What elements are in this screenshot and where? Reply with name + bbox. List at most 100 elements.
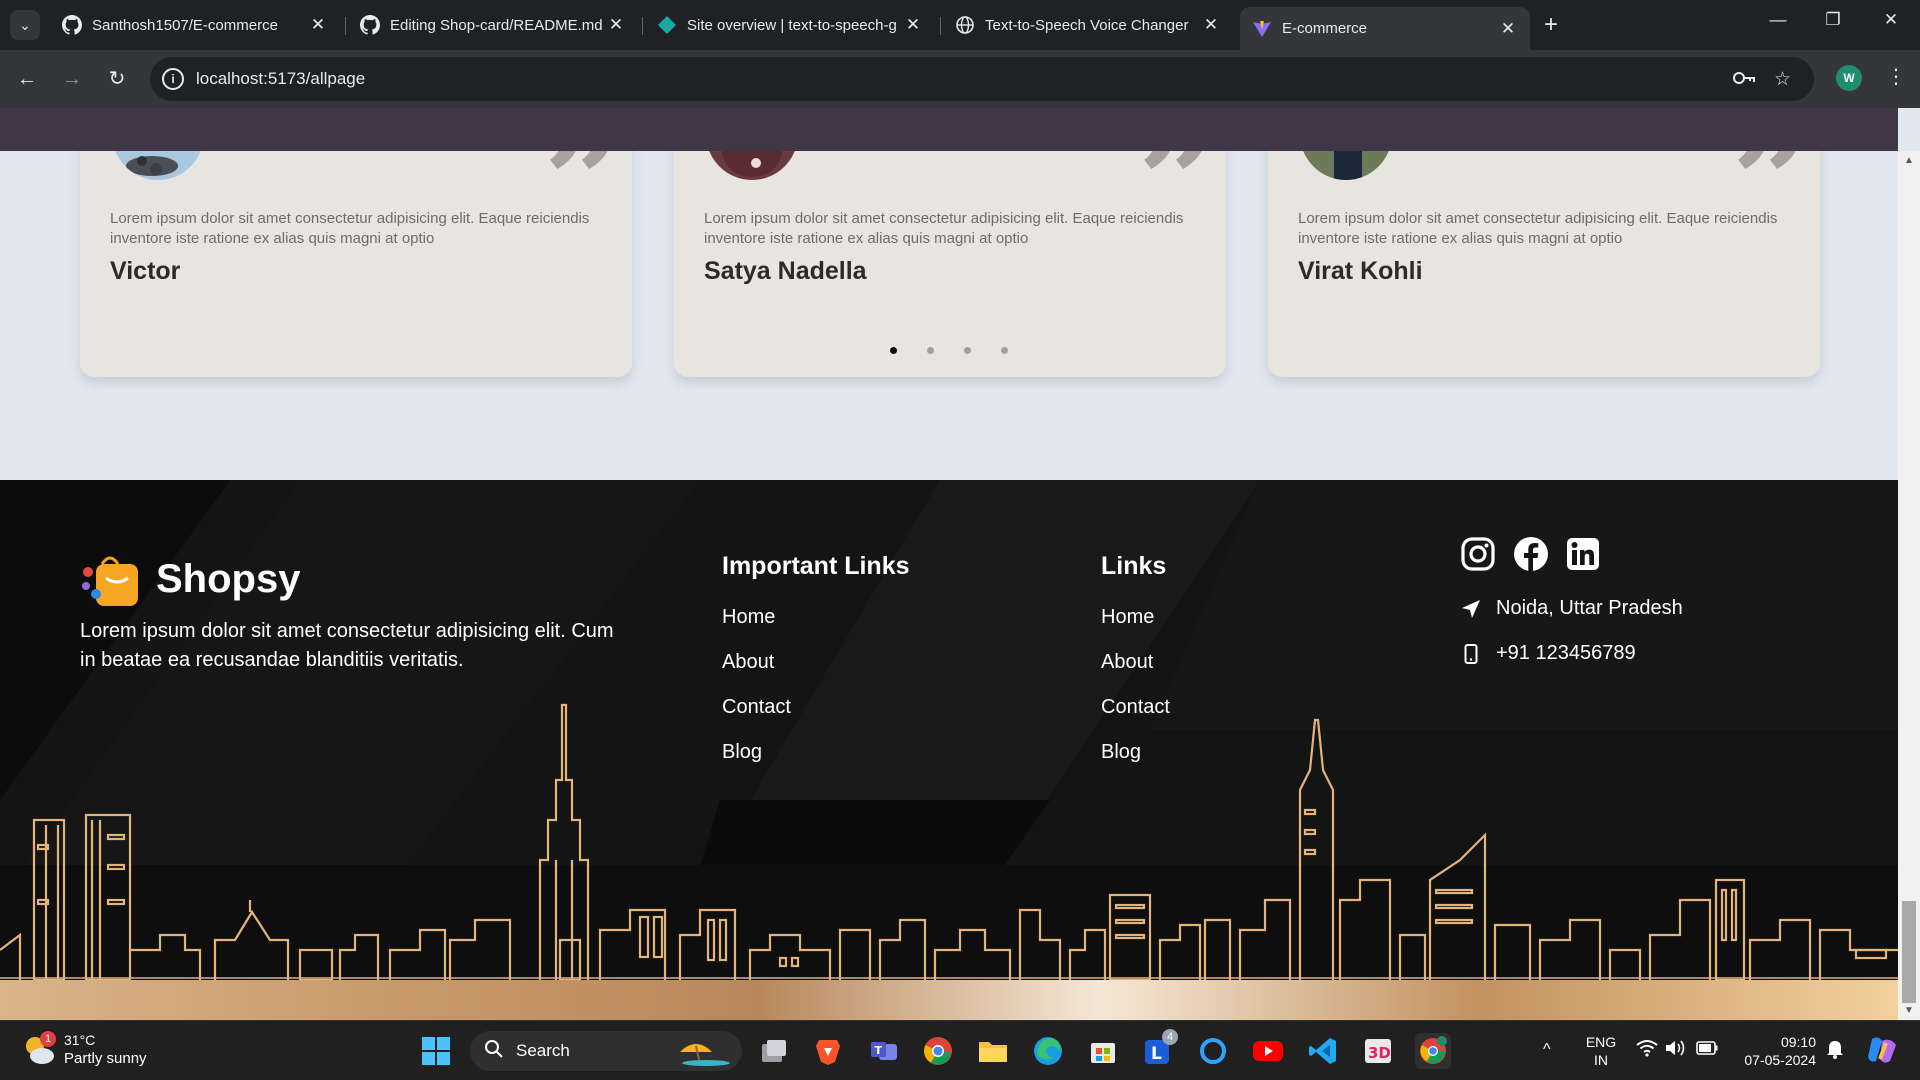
close-icon[interactable]: ✕ [308, 15, 328, 35]
cortana-icon[interactable] [1195, 1033, 1231, 1069]
url-text[interactable]: localhost:5173/allpage [196, 69, 365, 89]
tab-separator [345, 17, 346, 35]
scroll-up-icon[interactable]: ▲ [1904, 155, 1914, 166]
weather-temperature: 31°C [64, 1032, 96, 1048]
tab-title: Site overview | text-to-speech-g [687, 16, 897, 34]
brand-name: Shopsy [156, 556, 301, 601]
restore-icon[interactable]: ❐ [1810, 10, 1856, 30]
tab-ecommerce[interactable]: E-commerce ✕ [1240, 7, 1530, 50]
back-arrow-icon[interactable]: ← [14, 66, 40, 92]
bookmark-star-icon[interactable]: ☆ [1774, 68, 1791, 91]
forward-arrow-icon[interactable]: → [59, 66, 85, 92]
vite-icon [1252, 19, 1272, 39]
close-icon[interactable]: ✕ [1201, 15, 1221, 35]
tab-search-button[interactable]: ⌄ [10, 10, 40, 40]
location-arrow-icon [1460, 599, 1482, 619]
carousel-dot[interactable] [964, 347, 971, 354]
search-label: Search [516, 1041, 570, 1060]
instagram-icon[interactable] [1460, 536, 1496, 572]
scrollbar-thumb[interactable] [1902, 901, 1916, 1003]
footer-link-contact[interactable]: Contact [722, 696, 791, 719]
footer-link-blog[interactable]: Blog [722, 741, 762, 764]
carousel-dot[interactable] [927, 347, 934, 354]
address-bar[interactable]: i localhost:5173/allpage ☆ [150, 57, 1814, 101]
weather-condition: Partly sunny [64, 1050, 147, 1067]
youtube-icon[interactable] [1250, 1033, 1286, 1069]
carousel-dot[interactable] [890, 347, 897, 354]
footer-link-home[interactable]: Home [1101, 606, 1154, 629]
tab-title: Text-to-Speech Voice Changer [985, 16, 1189, 34]
reload-icon[interactable]: ↻ [104, 66, 130, 92]
language-line2: IN [1594, 1052, 1608, 1068]
taskbar-search[interactable]: Search [470, 1031, 742, 1071]
edge-icon[interactable] [1030, 1033, 1066, 1069]
footer-link-home[interactable]: Home [722, 606, 775, 629]
tab-separator [642, 17, 643, 35]
important-links-title: Important Links [722, 552, 910, 580]
microsoft-store-icon[interactable] [1085, 1033, 1121, 1069]
windows-taskbar: 1 31°C Partly sunny Search T L 4 3D ^ EN… [0, 1020, 1920, 1080]
tab-netlify-site[interactable]: Site overview | text-to-speech-g ✕ [645, 8, 935, 42]
testimonial-text: Lorem ipsum dolor sit amet consectetur a… [1298, 210, 1778, 247]
footer-phone: +91 123456789 [1460, 642, 1636, 665]
footer-link-blog[interactable]: Blog [1101, 741, 1141, 764]
footer-brand[interactable]: Shopsy [80, 550, 300, 608]
carousel-dot[interactable] [1001, 347, 1008, 354]
brave-browser-icon[interactable] [810, 1033, 846, 1069]
close-window-icon[interactable]: ✕ [1868, 10, 1914, 30]
globe-icon [955, 15, 975, 35]
facebook-icon[interactable] [1513, 536, 1549, 572]
close-icon[interactable]: ✕ [903, 15, 923, 35]
file-explorer-icon[interactable] [975, 1033, 1011, 1069]
weather-widget[interactable]: 1 31°C Partly sunny [22, 1031, 147, 1069]
testimonial-name: Virat Kohli [1298, 257, 1423, 285]
scroll-down-icon[interactable]: ▼ [1904, 1005, 1914, 1016]
testimonials-section: ” Lorem ipsum dolor sit amet consectetur… [0, 111, 1898, 480]
clock-date: 07-05-2024 [1744, 1052, 1816, 1068]
minimize-icon[interactable]: — [1755, 10, 1801, 30]
footer-link-about[interactable]: About [1101, 651, 1153, 674]
netlify-icon [657, 15, 677, 35]
3d-viewer-icon[interactable]: 3D [1360, 1033, 1396, 1069]
volume-icon[interactable] [1664, 1039, 1686, 1061]
github-icon [62, 15, 82, 35]
footer-link-about[interactable]: About [722, 651, 774, 674]
task-view-icon[interactable] [756, 1033, 792, 1069]
browser-menu-icon[interactable]: ⋮ [1886, 64, 1906, 89]
svg-text:3D: 3D [1368, 1044, 1391, 1062]
browser-toolbar: ← → ↻ i localhost:5173/allpage ☆ W ⋮ [0, 50, 1920, 108]
page-viewport: ” Lorem ipsum dolor sit amet consectetur… [0, 108, 1920, 1020]
linkedin-icon[interactable] [1565, 536, 1601, 572]
search-icon [484, 1039, 504, 1064]
chrome-icon[interactable] [920, 1033, 956, 1069]
copilot-icon[interactable] [1866, 1035, 1898, 1069]
windows-start-icon[interactable] [418, 1033, 454, 1069]
close-icon[interactable]: ✕ [1498, 19, 1518, 39]
profile-avatar[interactable]: W [1836, 65, 1862, 91]
chevron-up-icon[interactable]: ^ [1543, 1041, 1551, 1059]
tab-github-readme[interactable]: Editing Shop-card/README.md ✕ [348, 8, 638, 42]
wifi-icon[interactable] [1636, 1039, 1658, 1061]
page-scrollbar[interactable]: ▲ ▼ [1898, 151, 1920, 1020]
password-key-icon[interactable] [1732, 68, 1756, 94]
language-indicator[interactable]: ENG IN [1582, 1033, 1620, 1069]
chrome-profile-icon[interactable] [1415, 1033, 1451, 1069]
teams-icon[interactable]: T [866, 1033, 902, 1069]
shopping-bag-logo-icon [82, 556, 138, 606]
testimonial-name: Victor [110, 257, 181, 285]
clock[interactable]: 09:10 07-05-2024 [1736, 1033, 1816, 1069]
vscode-icon[interactable] [1305, 1033, 1341, 1069]
tab-github-repo[interactable]: Santhosh1507/E-commerce ✕ [50, 8, 340, 42]
site-info-icon[interactable]: i [162, 68, 184, 90]
browser-tab-strip: ⌄ Santhosh1507/E-commerce ✕ Editing Shop… [0, 0, 1920, 50]
battery-icon[interactable] [1696, 1041, 1718, 1059]
close-icon[interactable]: ✕ [606, 15, 626, 35]
footer-link-contact[interactable]: Contact [1101, 696, 1170, 719]
lens-app-icon[interactable]: L 4 [1140, 1029, 1178, 1069]
carousel-dots [0, 347, 1898, 359]
new-tab-button[interactable]: + [1544, 12, 1558, 38]
notification-bell-icon[interactable] [1826, 1039, 1844, 1063]
tab-text-to-speech[interactable]: Text-to-Speech Voice Changer ✕ [943, 8, 1233, 42]
mobile-phone-icon [1460, 643, 1482, 664]
svg-text:L: L [1151, 1044, 1162, 1064]
